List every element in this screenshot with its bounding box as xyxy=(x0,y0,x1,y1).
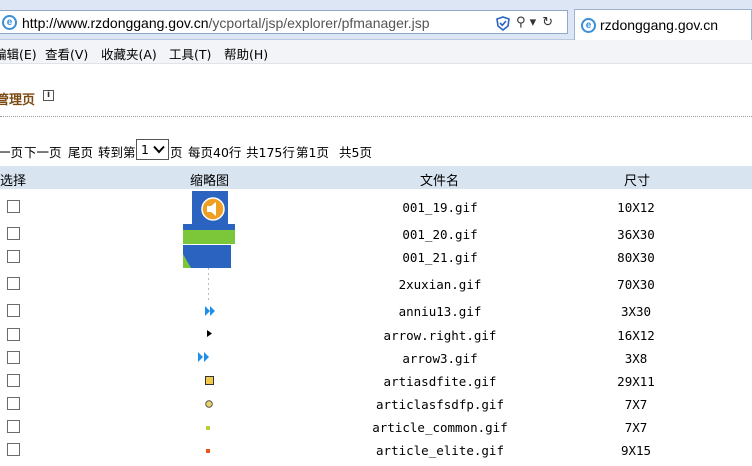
pager-goto-label: 转到第 xyxy=(98,145,136,160)
row-checkbox[interactable] xyxy=(7,443,20,456)
menu-bar: 编辑(E) 查看(V) 收藏夹(A) 工具(T) 帮助(H) xyxy=(0,40,752,64)
file-name: 001_21.gif xyxy=(402,250,478,265)
dotted-line-icon xyxy=(208,268,209,300)
header-size: 尺寸 xyxy=(624,174,651,189)
file-name: 001_20.gif xyxy=(402,227,478,242)
double-arrow-icon xyxy=(205,306,215,316)
search-dropdown-icon[interactable]: ⚲ ▾ xyxy=(516,15,536,31)
address-controls: ⚲ ▾ ↻ xyxy=(496,15,553,31)
row-checkbox[interactable] xyxy=(7,374,20,387)
round-bullet-icon xyxy=(205,400,213,408)
file-name: anniu13.gif xyxy=(398,304,482,319)
file-size: 80X30 xyxy=(617,250,655,265)
file-name: artiasdfite.gif xyxy=(383,374,497,389)
row-checkbox[interactable] xyxy=(7,227,20,240)
pager-total-rows: 共175行 xyxy=(246,145,295,160)
url-path: /ycportal/jsp/explorer/pfmanager.jsp xyxy=(208,15,430,31)
header-thumb: 缩略图 xyxy=(190,174,230,189)
file-name: arrow3.gif xyxy=(402,351,478,366)
file-size: 36X30 xyxy=(617,227,655,242)
pager-prev-link[interactable]: 一页 xyxy=(0,145,23,160)
row-checkbox[interactable] xyxy=(7,304,20,317)
file-name: arrow.right.gif xyxy=(383,328,497,343)
small-square-icon xyxy=(206,426,210,430)
row-checkbox[interactable] xyxy=(7,351,20,364)
tab-title: rzdonggang.gov.cn xyxy=(600,17,719,33)
pager-next-link[interactable]: 下一页 xyxy=(24,145,62,160)
arrow-right-icon xyxy=(207,330,212,337)
file-size: 70X30 xyxy=(617,277,655,292)
page-select-value: 1 xyxy=(141,142,149,157)
file-size: 7X7 xyxy=(624,420,648,435)
green-bar-icon xyxy=(183,224,235,244)
menu-view[interactable]: 查看(V) xyxy=(45,44,88,63)
pager-current-page: 第1页 xyxy=(296,145,329,160)
row-checkbox[interactable] xyxy=(7,250,20,263)
file-name: 001_19.gif xyxy=(402,200,478,215)
row-checkbox[interactable] xyxy=(7,420,20,433)
page-title: 管理页 xyxy=(0,93,36,108)
file-name: article_elite.gif xyxy=(376,443,504,458)
header-name: 文件名 xyxy=(420,174,460,189)
url-domain: http://www.rzdonggang.gov.cn xyxy=(22,15,209,31)
page-select[interactable]: 1 xyxy=(136,139,169,160)
refresh-icon[interactable]: ↻ xyxy=(542,15,553,31)
pager-last-link[interactable]: 尾页 xyxy=(68,145,93,160)
row-checkbox[interactable] xyxy=(7,397,20,410)
file-size: 3X8 xyxy=(624,351,648,366)
file-size: 29X11 xyxy=(617,374,655,389)
pager-per-page: 每页40行 xyxy=(188,145,242,160)
info-icon[interactable]: i xyxy=(43,90,54,101)
chevron-down-icon xyxy=(153,145,165,154)
ie-page-icon: e xyxy=(2,15,17,30)
speaker-icon xyxy=(192,191,228,224)
menu-favorites[interactable]: 收藏夹(A) xyxy=(101,44,157,63)
small-square-icon xyxy=(206,449,210,453)
pager-total-pages: 共5页 xyxy=(339,145,372,160)
menu-help[interactable]: 帮助(H) xyxy=(224,44,268,63)
file-size: 10X12 xyxy=(617,200,655,215)
menu-edit[interactable]: 编辑(E) xyxy=(0,44,37,63)
compat-shield-icon[interactable] xyxy=(496,15,510,31)
file-name: 2xuxian.gif xyxy=(398,277,482,292)
file-size: 3X30 xyxy=(620,304,652,319)
pager-page-suffix: 页 xyxy=(170,145,183,160)
dotted-divider xyxy=(0,116,752,117)
browser-tab[interactable]: e rzdonggang.gov.cn xyxy=(574,9,752,40)
row-checkbox[interactable] xyxy=(7,200,20,213)
double-arrow-icon xyxy=(198,352,209,362)
url-text[interactable]: http://www.rzdonggang.gov.cn/ycportal/js… xyxy=(22,15,430,31)
menu-tools[interactable]: 工具(T) xyxy=(169,44,211,63)
address-bar[interactable]: e http://www.rzdonggang.gov.cn/ycportal/… xyxy=(0,10,568,34)
table-header: 选择 缩略图 文件名 尺寸 xyxy=(0,166,752,189)
file-name: articlasfsdfp.gif xyxy=(376,397,504,412)
browser-toolbar: e http://www.rzdonggang.gov.cn/ycportal/… xyxy=(0,0,752,40)
file-size: 7X7 xyxy=(624,397,648,412)
file-size: 16X12 xyxy=(617,328,655,343)
square-bullet-icon xyxy=(205,376,214,385)
tab-favicon-icon: e xyxy=(581,18,596,33)
row-checkbox[interactable] xyxy=(7,328,20,341)
row-checkbox[interactable] xyxy=(7,277,20,290)
blue-green-bar-icon xyxy=(183,245,231,268)
file-size: 9X15 xyxy=(620,443,652,458)
header-select: 选择 xyxy=(0,174,27,189)
file-name: article_common.gif xyxy=(372,420,508,435)
